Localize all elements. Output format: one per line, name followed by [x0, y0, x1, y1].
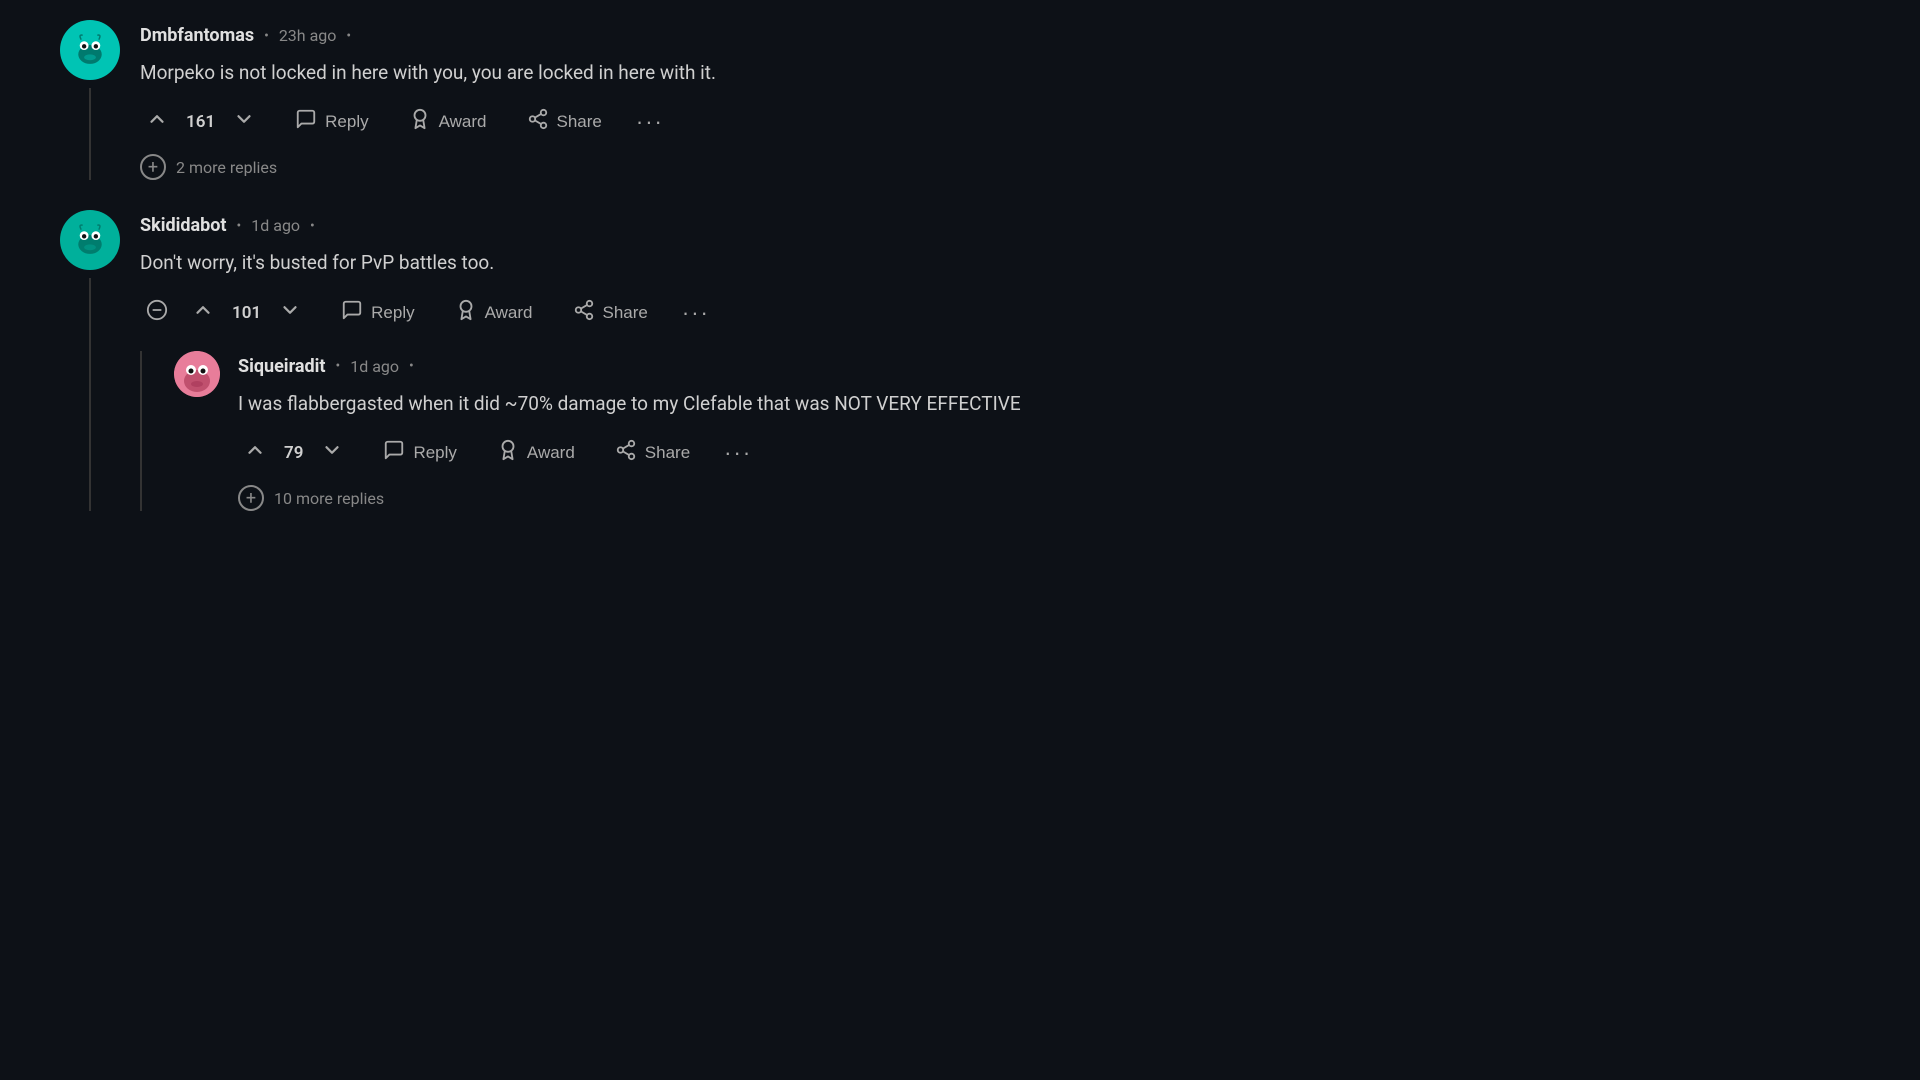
upvote-button-reply-1[interactable] — [238, 435, 272, 471]
comment-2-text: Don't worry, it's busted for PvP battles… — [140, 248, 1340, 278]
username-siqueiradit: Siqueiradit — [238, 356, 325, 377]
comment-2: Skididabot • 1d ago • Don't worry, it's … — [60, 210, 1340, 511]
downvote-button-reply-1[interactable] — [315, 435, 349, 471]
upvote-icon-2 — [192, 299, 214, 327]
reply-thread-1: Siqueiradit • 1d ago • I was flabbergast… — [140, 351, 1340, 511]
share-label-reply-1: Share — [645, 443, 690, 463]
timestamp-2: 1d ago — [251, 216, 300, 235]
thread-line-1 — [89, 88, 91, 180]
reply-button-reply-1[interactable]: Reply — [377, 435, 462, 471]
reply-button-2[interactable]: Reply — [335, 295, 420, 331]
downvote-icon-2 — [279, 299, 301, 327]
reply-icon-reply-1 — [383, 439, 405, 467]
more-replies-1[interactable]: + 2 more replies — [140, 154, 1340, 180]
award-label-1: Award — [439, 112, 487, 132]
award-button-1[interactable]: Award — [403, 104, 493, 140]
reply-label-reply-1: Reply — [413, 443, 456, 463]
downvote-icon-reply-1 — [321, 439, 343, 467]
reply-1-header: Siqueiradit • 1d ago • — [238, 356, 1340, 377]
upvote-button-2[interactable] — [186, 295, 220, 331]
more-button-2[interactable]: ··· — [682, 300, 710, 326]
share-icon-1 — [527, 108, 549, 136]
downvote-icon-1 — [233, 108, 255, 136]
more-button-reply-1[interactable]: ··· — [724, 440, 752, 466]
award-icon-1 — [409, 108, 431, 136]
more-replies-icon-reply-1: + — [238, 485, 264, 511]
vote-count-reply-1: 79 — [284, 443, 303, 463]
reply-icon-2 — [341, 299, 363, 327]
share-button-1[interactable]: Share — [521, 104, 608, 140]
upvote-icon-1 — [146, 108, 168, 136]
more-replies-label-1: 2 more replies — [176, 158, 277, 177]
reply-icon-1 — [295, 108, 317, 136]
vote-group-reply-1: 79 — [238, 435, 349, 471]
avatar-skididabot — [60, 210, 120, 270]
downvote-button-2[interactable] — [273, 295, 307, 331]
reply-label-1: Reply — [325, 112, 368, 132]
more-button-1[interactable]: ··· — [636, 109, 664, 135]
reply-button-1[interactable]: Reply — [289, 104, 374, 140]
more-replies-label-reply-1: 10 more replies — [274, 489, 384, 508]
award-label-2: Award — [485, 303, 533, 323]
vote-count-1: 161 — [186, 112, 215, 132]
reply-comment-1: Siqueiradit • 1d ago • I was flabbergast… — [172, 351, 1340, 511]
comments-container: Dmbfantomas • 23h ago • Morpeko is not l… — [0, 0, 1400, 561]
reply-1-left — [172, 351, 222, 511]
more-replies-icon-1: + — [140, 154, 166, 180]
comment-2-content: Skididabot • 1d ago • Don't worry, it's … — [140, 210, 1340, 511]
award-button-reply-1[interactable]: Award — [491, 435, 581, 471]
vote-group-2: 101 — [140, 295, 307, 331]
reply-1-content: Siqueiradit • 1d ago • I was flabbergast… — [238, 351, 1340, 511]
award-button-2[interactable]: Award — [449, 295, 539, 331]
avatar-dmbfantomas — [60, 20, 120, 80]
award-label-reply-1: Award — [527, 443, 575, 463]
collapse-button-2[interactable] — [140, 295, 174, 330]
reply-1-text: I was flabbergasted when it did ~70% dam… — [238, 389, 1340, 419]
share-icon-2 — [573, 299, 595, 327]
vote-count-2: 101 — [232, 303, 261, 323]
downvote-button-1[interactable] — [227, 104, 261, 140]
share-label-2: Share — [603, 303, 648, 323]
share-icon-reply-1 — [615, 439, 637, 467]
more-replies-reply-1[interactable]: + 10 more replies — [238, 485, 1340, 511]
share-button-2[interactable]: Share — [567, 295, 654, 331]
username-skididabot: Skididabot — [140, 215, 227, 236]
share-label-1: Share — [557, 112, 602, 132]
award-icon-2 — [455, 299, 477, 327]
upvote-button-1[interactable] — [140, 104, 174, 140]
upvote-icon-reply-1 — [244, 439, 266, 467]
comment-2-left — [60, 210, 120, 511]
comment-1-text: Morpeko is not locked in here with you, … — [140, 58, 1340, 88]
username-dmbfantomas: Dmbfantomas — [140, 25, 254, 46]
action-bar-1: 161 Reply — [140, 104, 1340, 140]
collapse-icon-2 — [146, 299, 168, 326]
award-icon-reply-1 — [497, 439, 519, 467]
avatar-siqueiradit — [174, 351, 220, 397]
timestamp-reply-1: 1d ago — [350, 357, 399, 376]
share-button-reply-1[interactable]: Share — [609, 435, 696, 471]
comment-1-header: Dmbfantomas • 23h ago • — [140, 25, 1340, 46]
action-bar-reply-1: 79 — [238, 435, 1340, 471]
comment-2-header: Skididabot • 1d ago • — [140, 215, 1340, 236]
timestamp-1: 23h ago — [279, 26, 337, 45]
comment-1-left — [60, 20, 120, 180]
action-bar-2: 101 Reply — [140, 295, 1340, 331]
vote-group-1: 161 — [140, 104, 261, 140]
comment-1-content: Dmbfantomas • 23h ago • Morpeko is not l… — [140, 20, 1340, 180]
comment-1: Dmbfantomas • 23h ago • Morpeko is not l… — [60, 20, 1340, 180]
reply-label-2: Reply — [371, 303, 414, 323]
thread-line-2 — [89, 278, 91, 511]
